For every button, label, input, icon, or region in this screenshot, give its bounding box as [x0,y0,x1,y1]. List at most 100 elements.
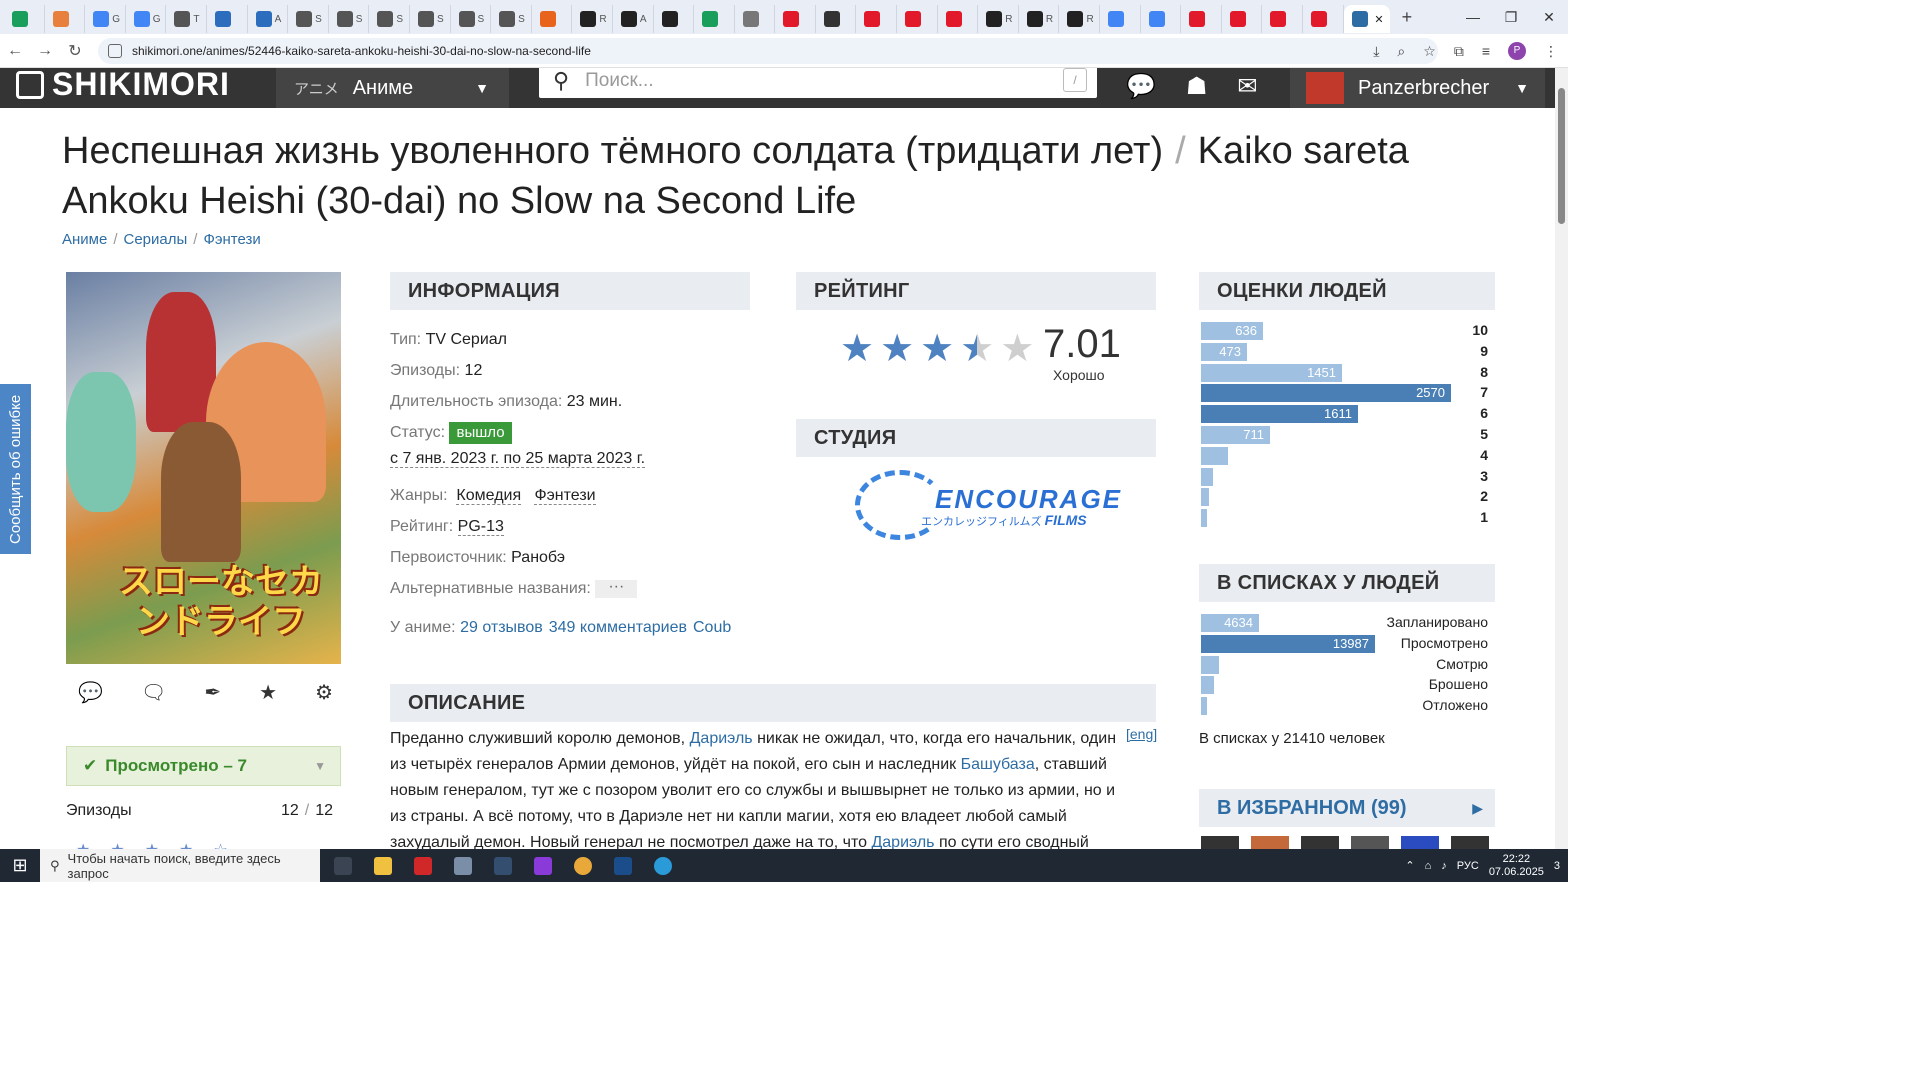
breadcrumb-fantasy[interactable]: Фэнтези [203,231,260,248]
user-menu[interactable]: Panzerbrecher ▼ [1290,68,1545,108]
chevron-down-icon[interactable]: ▼ [314,759,326,773]
restore-button[interactable]: ❐ [1492,0,1530,34]
app-purple-icon[interactable] [534,856,552,875]
genre-comedy-link[interactable]: Комедия [456,487,522,505]
browser-tab[interactable] [1141,5,1182,33]
favorite-avatar[interactable] [1301,836,1339,849]
alt-names-toggle[interactable]: ··· [595,578,638,598]
app-gear-icon[interactable] [494,856,512,875]
comments-link[interactable]: 349 комментариев [549,619,687,636]
browser-tab[interactable]: S [451,5,492,33]
chat-icon[interactable]: 💬 [1126,72,1156,101]
browser-tab[interactable]: R [1059,5,1101,33]
browser-tab[interactable] [45,5,86,33]
browser-tab[interactable]: R [1019,5,1060,33]
app-red-icon[interactable] [414,856,432,875]
settings-gear-icon[interactable]: ⚙ [315,680,333,705]
reload-icon[interactable]: ↻ [60,41,90,61]
mail-icon[interactable]: ✉ [1237,72,1257,101]
favorite-star-icon[interactable]: ★ [259,680,277,705]
english-description-link[interactable]: [eng] [1126,726,1157,742]
browser-tab[interactable] [207,5,248,33]
new-tab-button[interactable]: + [1402,7,1413,28]
browser-tab[interactable]: A [613,5,654,33]
profile-avatar[interactable]: P [1508,42,1526,60]
browser-tab[interactable]: S [329,5,370,33]
browser-tab[interactable] [1100,5,1141,33]
genre-fantasy-link[interactable]: Фэнтези [534,487,596,505]
browser-tab[interactable] [1262,5,1303,33]
discussion-icon[interactable]: 🗨 [141,680,166,705]
url-field[interactable]: shikimori.one/animes/52446-kaiko-sareta-… [98,38,1438,64]
clock[interactable]: 22:22 07.06.2025 [1489,853,1544,879]
favorite-avatar[interactable] [1401,836,1439,849]
character-link[interactable]: Дариэль [690,730,753,747]
forward-icon[interactable]: → [30,42,60,60]
install-app-icon[interactable]: ⤓ [1373,43,1379,60]
browser-tab[interactable] [1222,5,1263,33]
browser-menu-icon[interactable]: ⋮ [1544,43,1558,60]
episodes-watched[interactable]: 12 [281,802,299,819]
network-icon[interactable]: ⌂ [1425,860,1432,872]
reviews-link[interactable]: 29 отзывов [460,619,543,636]
search-input[interactable]: Поиск... [585,70,654,92]
tray-chevron-icon[interactable]: ⌃ [1405,859,1414,872]
browser-tab[interactable]: S [369,5,410,33]
site-search[interactable]: ⚲ Поиск... / [539,68,1097,98]
browser-tab[interactable]: R [978,5,1019,33]
browser-tab[interactable] [897,5,938,33]
browser-tab[interactable]: S [288,5,329,33]
reading-list-icon[interactable]: ≡ [1482,43,1490,59]
browser-tab[interactable] [654,5,695,33]
file-explorer-icon[interactable] [374,856,392,875]
browser-tab[interactable] [816,5,857,33]
browser-tab[interactable] [4,5,45,33]
favorite-avatar[interactable] [1351,836,1389,849]
favorite-avatar[interactable] [1251,836,1289,849]
back-icon[interactable]: ← [0,42,30,60]
studio-logo[interactable]: ENCOURAGE エンカレッジフィルムズ FILMS [855,464,1120,544]
browser-tab-active[interactable]: ✕ [1343,5,1390,33]
taskbar-search-input[interactable]: Чтобы начать поиск, введите здесь запрос [68,851,320,881]
favorite-avatar[interactable] [1451,836,1489,849]
breadcrumb-series[interactable]: Сериалы [124,231,188,248]
user-rating-stars[interactable]: ★★★★☆ [76,840,248,849]
windows-start-icon[interactable]: ⊞ [0,855,40,876]
steam-icon[interactable] [614,856,632,875]
browser-tab[interactable] [856,5,898,33]
minimize-button[interactable]: — [1454,0,1492,34]
notifications-badge[interactable]: 3 [1554,860,1560,872]
age-rating-link[interactable]: PG-13 [457,518,504,536]
browser-tab[interactable] [775,5,816,33]
browser-tab[interactable] [1181,5,1222,33]
anime-poster[interactable]: スローなセカンドライフ [66,272,341,664]
app-steam-like-icon[interactable] [454,856,472,875]
site-info-icon[interactable] [108,44,122,58]
review-quill-icon[interactable]: ✒ [204,680,221,705]
browser-tab[interactable] [532,5,573,33]
browser-tab[interactable] [938,5,979,33]
breadcrumb-anime[interactable]: Аниме [62,231,107,248]
browser-tab[interactable]: A [248,5,289,33]
browser-tab[interactable] [1303,5,1344,33]
main-menu-dropdown[interactable]: アニメ Аниме ▼ [276,68,509,108]
character-link[interactable]: Башубаза [961,756,1035,773]
taskbar-search[interactable]: ⚲ Чтобы начать поиск, введите здесь запр… [40,849,320,882]
browser-tab[interactable] [735,5,776,33]
edge-icon[interactable] [654,856,672,875]
scrollbar-thumb[interactable] [1558,88,1565,224]
bookmark-star-icon[interactable]: ☆ [1423,43,1436,60]
browser-tab[interactable]: G [85,5,126,33]
task-view-icon[interactable] [334,856,352,875]
zoom-icon[interactable]: ⌕ [1397,43,1405,60]
browser-tab[interactable]: T [166,5,207,33]
coub-link[interactable]: Coub [693,619,731,636]
close-tab-icon[interactable]: ✕ [1374,13,1383,26]
browser-tab[interactable]: S [410,5,451,33]
chrome-icon[interactable] [574,856,592,875]
character-link[interactable]: Дариэль [871,834,934,849]
extensions-icon[interactable]: ⧉ [1454,43,1464,60]
list-status-button[interactable]: ✔ Просмотрено – 7 ▼ [66,746,341,786]
comments-icon[interactable]: 💬 [78,680,103,705]
site-logo[interactable]: SHIKIMORI [16,68,230,103]
